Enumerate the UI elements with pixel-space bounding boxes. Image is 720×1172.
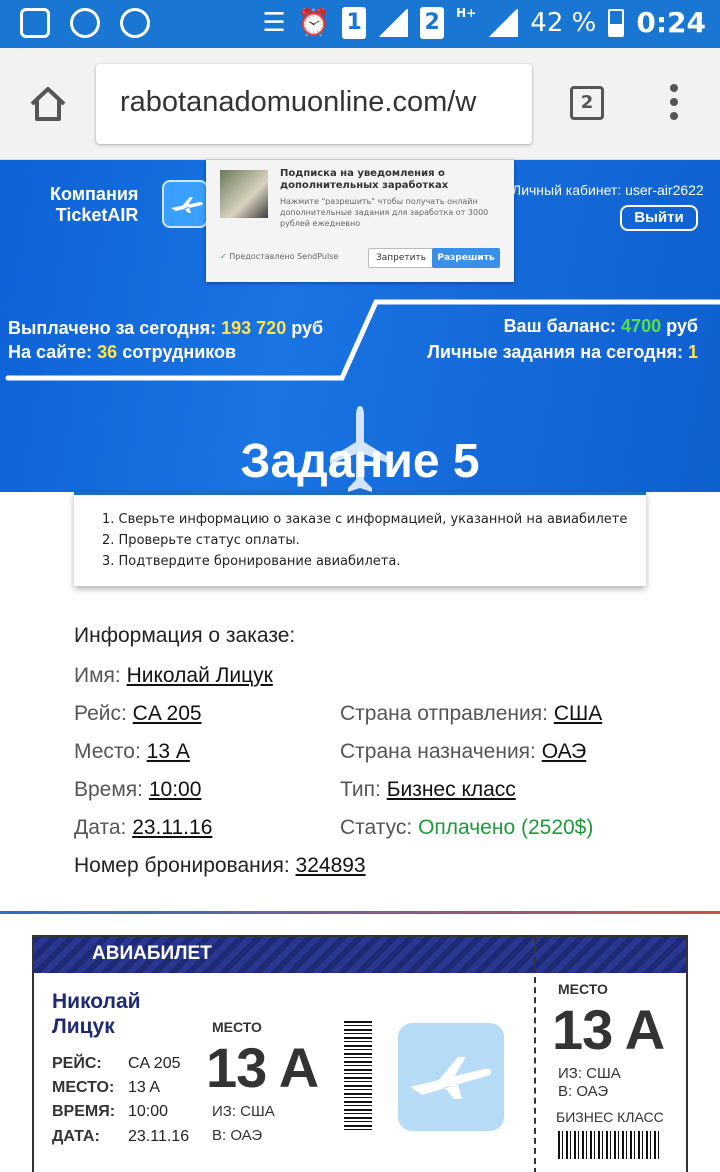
ticket-to: В: ОАЭ: [212, 1127, 263, 1144]
ticket-time-value: 10:00: [128, 1103, 169, 1120]
stub-to: В: ОАЭ: [558, 1083, 609, 1100]
address-bar[interactable]: rabotanadomuonline.com/w: [96, 64, 532, 144]
ticket-flight-label: РЕЙС:: [52, 1055, 102, 1072]
section-divider: [0, 911, 720, 914]
stub-seat-caption: МЕСТО: [558, 981, 608, 997]
battery-icon: [608, 8, 625, 37]
plane-icon: [171, 197, 203, 213]
boarding-pass: АВИАБИЛЕТ Николай Лицук РЕЙС: CA 205 МЕС…: [32, 935, 688, 1172]
payment-status: Оплачено (2520$): [418, 816, 594, 839]
vibrate-icon: ☰: [262, 7, 286, 38]
ticket-seat-value: 13 A: [128, 1079, 161, 1096]
paid-today-stat: Выплачено за сегодня: 193 720 руб: [8, 318, 324, 338]
sim-1-icon: 1: [342, 6, 367, 39]
clock: 0:24: [636, 6, 706, 39]
order-name-value: Николай Лицук: [126, 664, 273, 687]
ticket-passenger-name: Николай Лицук: [52, 990, 141, 1038]
personal-tasks-stat: Личные задания на сегодня: 1: [427, 342, 698, 362]
stub-barcode: [558, 1131, 660, 1159]
ticket-from: ИЗ: США: [212, 1103, 275, 1120]
notification-image: [220, 170, 268, 218]
ticket-date-value: 23.11.16: [128, 1128, 190, 1145]
order-booking-row: Номер бронирования: 324893: [74, 854, 366, 877]
shield-icon: [120, 8, 150, 38]
instruction-item: 2. Проверьте статус оплаты.: [102, 533, 300, 548]
url-text: rabotanadomuonline.com/w: [120, 86, 477, 118]
order-date-row: Дата: 23.11.16: [74, 816, 213, 839]
alarm-icon: ⏰: [297, 7, 331, 38]
ticket-seat-big: 13 A: [206, 1036, 319, 1099]
instagram-icon: [70, 8, 100, 38]
order-flight-row: Рейс: CA 205: [74, 702, 202, 725]
sim-2-icon: 2: [420, 6, 445, 39]
instruction-item: 3. Подтвердите бронирование авиабилета.: [102, 554, 401, 569]
home-icon[interactable]: [28, 84, 68, 124]
allow-button[interactable]: Разрешить: [432, 248, 500, 268]
order-seat-row: Место: 13 A: [74, 740, 190, 763]
order-status-row: Статус: Оплачено (2520$): [340, 816, 594, 839]
stub-from: ИЗ: США: [558, 1065, 621, 1082]
task-title: Задание 5: [240, 435, 480, 488]
order-type-row: Тип: Бизнес класс: [340, 778, 516, 801]
order-heading: Информация о заказе:: [74, 624, 296, 647]
task-instructions: 1. Сверьте информацию о заказе с информа…: [74, 492, 646, 586]
stub-seat-big: 13 A: [552, 998, 665, 1061]
network-type-label: H+: [456, 5, 477, 20]
stub-class: БИЗНЕС КЛАСС: [556, 1109, 664, 1125]
logout-button[interactable]: Выйти: [620, 205, 698, 231]
gallery-icon: [20, 8, 50, 38]
deny-button[interactable]: Запретить: [368, 248, 434, 268]
order-from-row: Страна отправления: США: [340, 702, 603, 725]
ticket-date-label: ДАТА:: [52, 1128, 100, 1145]
booking-number: 324893: [295, 854, 366, 877]
ticket-seat-caption: МЕСТО: [212, 1019, 262, 1035]
android-status-bar: ☰ ⏰ 1 2 H+ 42 % 0:24: [0, 0, 720, 48]
sendpulse-brand: ✓ Предоставлено SendPulse: [220, 252, 339, 261]
ticket-flight-value: CA 205: [128, 1055, 181, 1072]
notification-title: Подписка на уведомления о дополнительных…: [280, 168, 449, 191]
sendpulse-icon: ✓: [220, 252, 227, 261]
browser-toolbar: rabotanadomuonline.com/w 2: [0, 48, 720, 160]
battery-percent: 42 %: [530, 7, 597, 38]
staff-online-stat: На сайте: 36 сотрудников: [8, 342, 237, 362]
order-name-row: Имя: Николай Лицук: [74, 664, 273, 687]
order-to-row: Страна назначения: ОАЭ: [340, 740, 587, 763]
balance-stat: Ваш баланс: 4700 руб: [503, 316, 698, 336]
ticket-tear-line: [534, 937, 536, 1172]
ticket-logo: [398, 1023, 504, 1131]
push-subscription-prompt: Подписка на уведомления о дополнительных…: [206, 160, 514, 282]
company-logo-text: Компания TicketAIR: [50, 184, 139, 225]
cabinet-label: Личный кабинет: user-air2622: [512, 182, 704, 198]
signal-icon-2: [488, 8, 519, 37]
ticket-seat-label: МЕСТО:: [52, 1079, 115, 1096]
browser-menu-button[interactable]: [668, 84, 680, 124]
ticket-time-label: ВРЕМЯ:: [52, 1103, 116, 1120]
instruction-item: 1. Сверьте информацию о заказе с информа…: [102, 512, 628, 527]
ticket-barcode: [344, 1021, 372, 1131]
ticket-header: АВИАБИЛЕТ: [34, 937, 686, 973]
order-time-row: Время: 10:00: [74, 778, 202, 801]
plane-icon: [410, 1057, 492, 1099]
notification-body: Нажмите "разрешить" чтобы получать онлай…: [280, 197, 489, 228]
tab-switcher-button[interactable]: 2: [570, 86, 604, 120]
signal-icon: [378, 8, 409, 37]
company-logo-icon: [162, 180, 208, 228]
